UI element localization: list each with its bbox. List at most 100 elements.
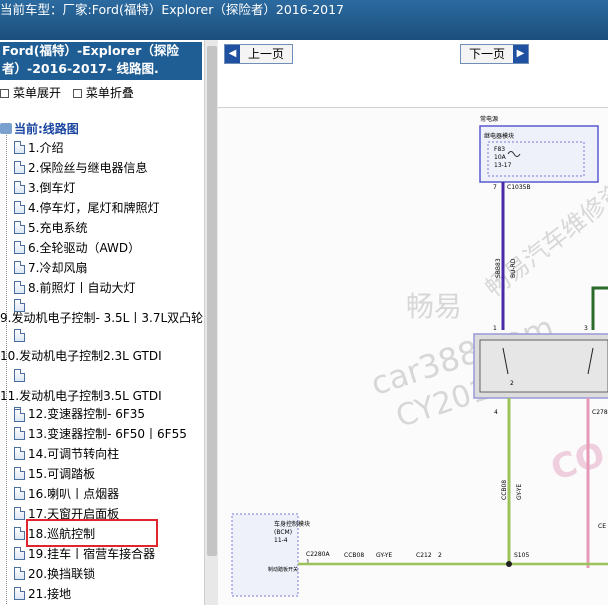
tree-item-label: 10.发动机电子控制2.3L GTDI [0,349,162,363]
tree-item-label: 13.变速器控制- 6F50丨6F55 [28,427,187,441]
fuse-ref: 13-17 [494,162,512,169]
menu-expand-label: 菜单展开 [13,86,62,100]
document-icon [14,547,25,560]
tree-item-label: 7.冷却风扇 [28,261,88,275]
tree-item-doc-icon[interactable] [14,366,28,386]
bus-wire-label: CCB08 [344,552,364,559]
tree-item-1[interactable]: 1.介绍 [14,138,63,158]
document-icon [14,427,25,440]
document-icon [14,487,25,500]
tree-item-3[interactable]: 3.倒车灯 [14,178,75,198]
next-page-button[interactable]: 下一页 ▶ [460,44,530,64]
tree-item-label: 16.喇叭丨点烟器 [28,487,120,501]
wire-bottom-label: CCB08 [501,480,508,500]
top-power-label: 常电源 [480,115,498,123]
tree-item-11[interactable]: 11.发动机电子控制3.5L GTDI [0,386,162,406]
tree-root-label: 当前:线路图 [14,122,79,136]
tree-item-doc-icon[interactable] [14,296,28,316]
document-icon [14,241,25,254]
tree-item-label: 14.可调节转向柱 [28,447,120,461]
wiring-diagram: 畅易汽车维修资料 畅易 car388.com CY2016 CO 常电源 继电器… [218,108,608,605]
document-icon [14,587,25,600]
relay-box-title: 继电器模块 [484,132,514,140]
tree-item-16[interactable]: 16.喇叭丨点烟器 [14,484,119,504]
tree-item-label: 6.全轮驱动（AWD） [28,241,141,255]
tree-item-14[interactable]: 14.可调节转向柱 [14,444,119,464]
tree-item-13[interactable]: 13.变速器控制- 6F50丨6F55 [14,424,187,444]
document-icon [14,299,25,312]
document-icon [14,281,25,294]
pin-top: 7 [493,184,497,191]
tree-item-doc-icon[interactable] [14,326,28,346]
tree-item-8[interactable]: 8.前照灯丨自动大灯 [14,278,135,298]
page-nav-bar: ◀ 上一页 下一页 ▶ [218,40,608,108]
tree-item-5[interactable]: 5.充电系统 [14,218,87,238]
tree-item-label: 20.换挡联锁 [28,567,96,581]
expand-icon [0,89,9,98]
tree-item-2[interactable]: 2.保险丝与继电器信息 [14,158,147,178]
document-icon [14,507,25,520]
tree-item-21[interactable]: 21.接地 [14,584,71,604]
fuse-rating: 10A [494,154,507,161]
scrollbar-thumb[interactable] [207,46,217,556]
watermark-side: CO [546,434,608,489]
bcm-func: 制动踏板开关 [268,566,298,573]
tree-item-4[interactable]: 4.停车灯，尾灯和牌照灯 [14,198,159,218]
tree-item-20[interactable]: 20.换挡联锁 [14,564,95,584]
tree-item-label: 11.发动机电子控制3.5L GTDI [0,389,162,403]
document-icon [14,221,25,234]
document-icon [14,409,25,422]
document-icon [14,181,25,194]
document-icon [14,329,25,342]
menu-expand-button[interactable]: 菜单展开 [0,86,61,100]
document-icon [14,467,25,480]
tree-scrollbar[interactable] [204,40,218,605]
collapse-icon [72,89,82,98]
prev-page-label: 上一页 [248,47,285,61]
tree-item-6[interactable]: 6.全轮驱动（AWD） [14,238,140,258]
fuse-id: F83 [494,146,505,153]
tree-item-doc-icon[interactable] [14,406,28,426]
arrow-left-icon: ◀ [225,45,240,63]
folder-icon [0,123,12,134]
tree-item-19[interactable]: 19.挂车丨宿营车接合器 [14,544,155,564]
current-vehicle-title: 当前车型：厂家:Ford(福特）Explorer（探险者）2016-2017 [0,2,345,17]
wire-color-label: BU-RD [510,258,517,278]
tree-item-label: 4.停车灯，尾灯和牌照灯 [28,201,160,215]
panel-header: Ford(福特）-Explorer（探险 者）-2016-2017- 线路图. [0,42,202,80]
title-bar: 当前车型：厂家:Ford(福特）Explorer（探险者）2016-2017 [0,0,608,40]
conn-right: C278 [592,409,608,416]
next-page-label: 下一页 [469,47,506,61]
tree-item-7[interactable]: 7.冷却风扇 [14,258,87,278]
bus-pin-label: 2 [438,552,442,559]
tree-item-label: 9.发动机电子控制- 3.5L丨3.7L双凸轮 [0,311,204,325]
bcm-ref: 11-4 [274,537,288,544]
tree-item-label: 1.介绍 [28,141,64,155]
prev-page-button[interactable]: ◀ 上一页 [224,44,294,64]
pin1: 1 [493,325,497,332]
tree-item-12[interactable]: 12.变速器控制- 6F35 [14,404,145,424]
pin4: 4 [494,409,498,416]
tree-item-10[interactable]: 10.发动机电子控制2.3L GTDI [0,346,162,366]
tree-item-9[interactable]: 9.发动机电子控制- 3.5L丨3.7L双凸轮 [0,308,203,328]
conn-top: C1035B [507,184,531,191]
menu-controls: 菜单展开 菜单折叠 [0,84,134,102]
document-icon [14,201,25,214]
watermark-1: 畅易 [406,290,462,323]
wiring-diagram-svg: 畅易汽车维修资料 畅易 car388.com CY2016 CO 常电源 继电器… [231,115,608,597]
menu-collapse-button[interactable]: 菜单折叠 [72,86,134,100]
document-icon [14,527,25,540]
tree-item-18[interactable]: 18.巡航控制 [14,524,95,544]
wire-left-label: SBB83 [495,258,502,278]
tree-item-label: 8.前照灯丨自动大灯 [28,281,136,295]
left-tree-panel: Ford(福特）-Explorer（探险 者）-2016-2017- 线路图. … [0,40,218,605]
bus-conn-label: C212 [416,552,432,559]
pin2: 2 [510,380,514,387]
document-icon [14,567,25,580]
tree-root[interactable]: 当前:线路图 [0,119,79,139]
bcm-title: 车身控制模块 [274,520,310,528]
bcm-code: (BCM) [274,529,292,536]
tree-item-17[interactable]: 17.天窗开启面板 [14,504,119,524]
document-icon [14,141,25,154]
tree-item-15[interactable]: 15.可调踏板 [14,464,95,484]
